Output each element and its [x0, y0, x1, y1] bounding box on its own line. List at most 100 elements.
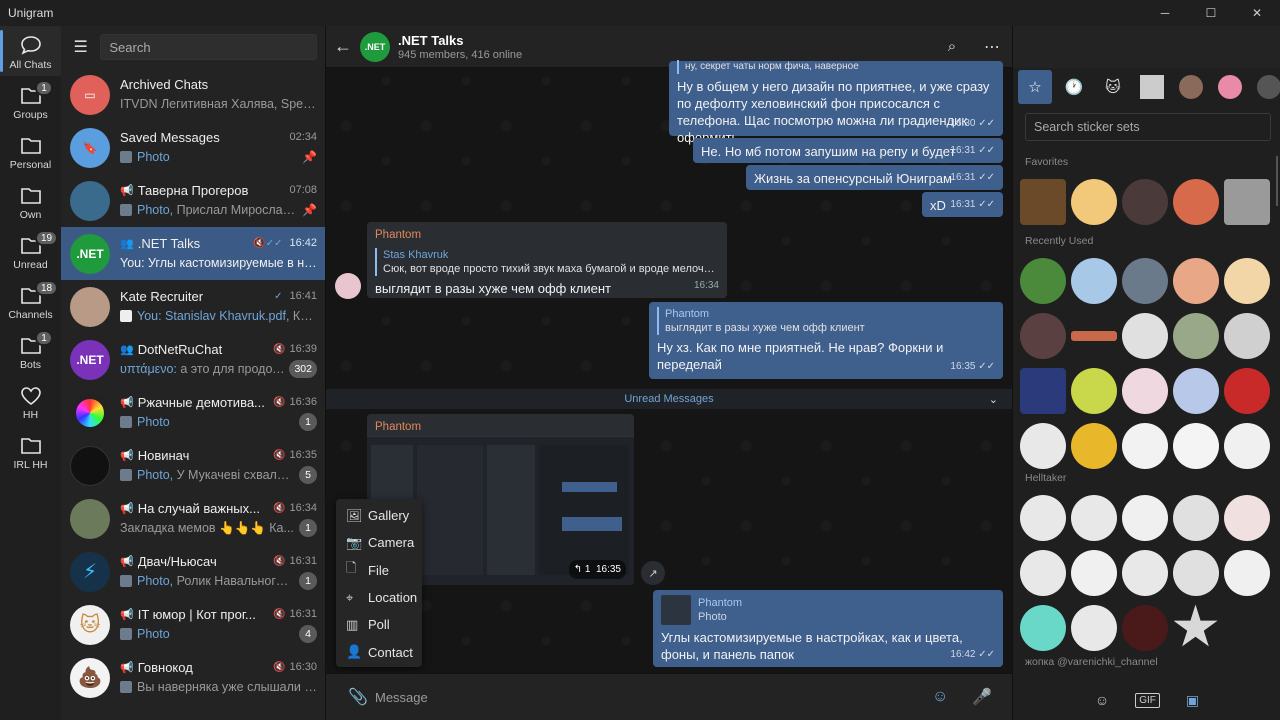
message-bubble[interactable]: ну, секрет чаты норм фича, наверное Ну в… — [669, 60, 1003, 145]
menu-item-contact[interactable]: 👤 Contact — [336, 638, 422, 665]
sticker[interactable] — [1017, 602, 1068, 653]
folder-groups[interactable]: 1 Groups — [0, 76, 61, 126]
chat-title[interactable]: .NET Talks — [398, 33, 522, 48]
sticker[interactable] — [1017, 365, 1068, 416]
folder-unread[interactable]: 19 Unread — [0, 226, 61, 276]
folder-own[interactable]: Own — [0, 176, 61, 226]
search-input[interactable]: Search — [100, 34, 317, 60]
menu-item-location[interactable]: ⌖ Location — [336, 584, 422, 611]
sticker[interactable] — [1221, 365, 1272, 416]
chat-item-saved[interactable]: 🔖 Saved Messages 02:34 Photo 📌 — [61, 121, 325, 174]
sticker[interactable] — [1170, 492, 1221, 543]
sticker[interactable] — [1221, 255, 1272, 306]
reply-quote[interactable]: Stas Khavruk Сюк, вот вроде просто тихий… — [375, 248, 719, 276]
reply-quote[interactable]: Phantom выглядит в разы хуже чем офф кли… — [657, 307, 995, 335]
sticker-set-thumb[interactable] — [1213, 70, 1247, 104]
share-icon[interactable]: ↗ — [641, 561, 665, 585]
sticker[interactable] — [1170, 310, 1221, 361]
message-bubble[interactable]: Жизнь за опенсурсный Юниграм 16:31 ✓✓ — [746, 165, 1003, 190]
sticker-icon[interactable]: ☺ — [932, 688, 972, 706]
sticker-set-thumb[interactable] — [1174, 70, 1208, 104]
sticker[interactable] — [1119, 420, 1170, 471]
sticker-tab-icon[interactable]: ▣ — [1186, 692, 1199, 709]
sticker[interactable] — [1170, 176, 1221, 227]
minimize-button[interactable]: ─ — [1142, 0, 1188, 26]
folder-hh[interactable]: HH — [0, 376, 61, 426]
sender-name[interactable]: Phantom — [375, 227, 719, 244]
sticker[interactable] — [1068, 310, 1119, 361]
recent-clock-icon[interactable]: 🕐 — [1057, 70, 1091, 104]
message-bubble[interactable]: Не. Но мб потом запушим на репу и будет … — [693, 138, 1003, 163]
chat-item-govnokod[interactable]: 💩 📢 Говнокод 🔇 16:30 Вы наверняка уже слыша… — [61, 651, 325, 704]
paperclip-icon[interactable]: 📎 — [348, 687, 375, 707]
sticker[interactable] — [1119, 602, 1170, 653]
emoji-tab-icon[interactable]: ☺ — [1095, 692, 1109, 708]
sticker[interactable] — [1170, 602, 1221, 653]
sticker[interactable] — [1068, 176, 1119, 227]
sticker[interactable] — [1017, 255, 1068, 306]
chat-avatar[interactable]: .NET — [360, 31, 390, 62]
sticker[interactable] — [1068, 492, 1119, 543]
menu-item-gallery[interactable]: 🖼 Gallery — [336, 502, 422, 529]
chevron-down-icon[interactable]: ⌄ — [989, 393, 998, 406]
chat-item-net-talks[interactable]: .NET 👥 .NET Talks 🔇 ✓✓ 16:42 You: Углы касто… — [61, 227, 325, 280]
sticker[interactable] — [1221, 547, 1272, 598]
sticker[interactable] — [1170, 547, 1221, 598]
message-bubble[interactable]: xD 16:31 ✓✓ — [922, 192, 1003, 217]
maximize-button[interactable]: ☐ — [1188, 0, 1234, 26]
sticker[interactable] — [1017, 547, 1068, 598]
sticker[interactable] — [1017, 310, 1068, 361]
sticker[interactable] — [1119, 492, 1170, 543]
back-arrow-icon[interactable]: ← — [334, 36, 358, 57]
sticker[interactable] — [1221, 420, 1272, 471]
chat-item-archived[interactable]: ▭ Archived Chats ITVDN Легитивная Халява… — [61, 68, 325, 121]
sticker[interactable] — [1119, 547, 1170, 598]
sticker[interactable] — [1068, 420, 1119, 471]
menu-item-camera[interactable]: 📷 Camera — [336, 529, 422, 556]
chat-item-dotnetru[interactable]: .NET 👥 DotNetRuChat 🔇 16:39 υπτάμενο: а это… — [61, 333, 325, 386]
sticker[interactable] — [1068, 602, 1119, 653]
sticker[interactable] — [1017, 420, 1068, 471]
message-bubble[interactable]: Phantom Photo Углы кастомизируемые в нас… — [653, 590, 1003, 667]
folder-channels[interactable]: 18 Channels — [0, 276, 61, 326]
chat-item-demotivators[interactable]: 📢 Ржачные демотива... 🔇 16:36 Photo 1 — [61, 386, 325, 439]
sticker[interactable] — [1221, 176, 1272, 227]
close-button[interactable]: ✕ — [1234, 0, 1280, 26]
sticker-set-thumb[interactable] — [1135, 70, 1169, 104]
sender-name[interactable]: Phantom — [367, 414, 634, 436]
sticker[interactable] — [1119, 365, 1170, 416]
message-bubble[interactable]: Phantom Stas Khavruk Сюк, вот вроде прос… — [367, 222, 727, 298]
sticker-set-thumb[interactable] — [1252, 70, 1280, 104]
folder-all-chats[interactable]: All Chats — [0, 26, 61, 76]
chat-item-novinach[interactable]: 📢 Новинач 🔇 16:35 Photo, У Мукачеві схвалил… — [61, 439, 325, 492]
microphone-icon[interactable]: 🎤 — [972, 687, 1012, 707]
sticker[interactable] — [1068, 255, 1119, 306]
sticker[interactable] — [1170, 255, 1221, 306]
chat-item-kate[interactable]: Kate Recruiter ✓ 16:41 You: Stanislav Khav… — [61, 280, 325, 333]
chat-item-it-humor[interactable]: 🐱 📢 IT юмор | Кот прог... 🔇 16:31 Photo 4 — [61, 598, 325, 651]
chat-item-taverna[interactable]: 📢 Таверна Прогеров 07:08 Photo, Прислал Ми… — [61, 174, 325, 227]
sticker[interactable] — [1017, 492, 1068, 543]
folder-bots[interactable]: 1 Bots — [0, 326, 61, 376]
favorites-star-icon[interactable]: ☆ — [1018, 70, 1052, 104]
reply-quote[interactable]: Phantom Photo — [661, 595, 995, 625]
message-input[interactable]: Message — [375, 690, 932, 705]
menu-item-poll[interactable]: ▥ Poll — [336, 611, 422, 638]
message-bubble[interactable]: Phantom выглядит в разы хуже чем офф кли… — [649, 302, 1003, 379]
sticker[interactable] — [1119, 255, 1170, 306]
folder-irl-hh[interactable]: IRL HH — [0, 426, 61, 476]
sticker-set-thumb[interactable]: 🐱 — [1096, 70, 1130, 104]
scrollbar[interactable] — [1276, 156, 1278, 206]
sticker-search-input[interactable]: Search sticker sets — [1025, 113, 1271, 141]
sticker[interactable] — [1119, 176, 1170, 227]
chat-item-na-sluchai[interactable]: 📢 На случай важных... 🔇 16:34 Закладка мемо… — [61, 492, 325, 545]
folder-personal[interactable]: Personal — [0, 126, 61, 176]
hamburger-menu-icon[interactable]: ☰ — [69, 35, 92, 59]
sticker[interactable] — [1221, 492, 1272, 543]
menu-item-file[interactable]: 🗋 File — [336, 557, 422, 584]
search-icon[interactable]: ⌕ — [932, 38, 972, 55]
sender-avatar[interactable] — [335, 273, 361, 299]
chat-item-dvach[interactable]: ⚡ 📢 Двач/Ньюсач 🔇 16:31 Photo, Ролик Наваль… — [61, 545, 325, 598]
sticker[interactable] — [1221, 310, 1272, 361]
sticker[interactable] — [1170, 365, 1221, 416]
